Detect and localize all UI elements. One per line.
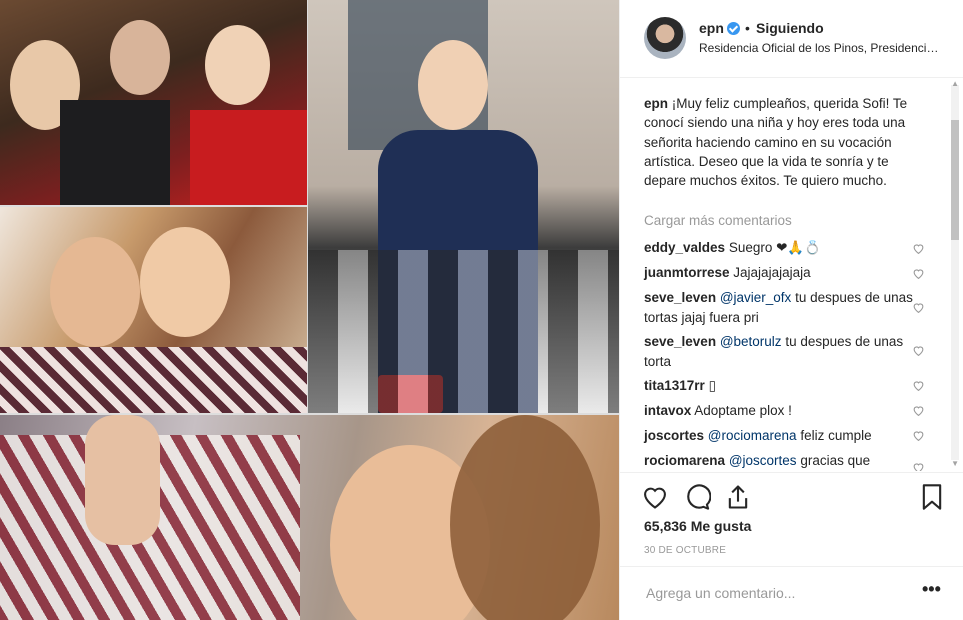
heart-icon[interactable] xyxy=(912,461,925,471)
photo-closeup-portrait xyxy=(0,415,619,620)
comment-username[interactable]: seve_leven xyxy=(644,334,716,349)
comment-input[interactable] xyxy=(644,584,918,602)
location-link[interactable]: Residencia Oficial de los Pinos, Preside… xyxy=(699,41,939,55)
separator-dot: • xyxy=(745,20,750,36)
author-username[interactable]: epn xyxy=(699,20,724,36)
scrollbar-thumb[interactable] xyxy=(951,120,959,240)
caption-text: ¡Muy feliz cumpleaños, querida Sofi! Te … xyxy=(644,96,908,189)
comment-username[interactable]: eddy_valdes xyxy=(644,240,725,255)
comment-item: seve_leven @javier_ofx tu despues de una… xyxy=(644,288,914,328)
share-icon[interactable] xyxy=(724,483,752,511)
comment-item: eddy_valdes Suegro ❤🙏💍 xyxy=(644,238,914,258)
load-more-comments-link[interactable]: Cargar más comentarios xyxy=(644,213,792,228)
comment-item: tita1317rr ▯ xyxy=(644,376,914,396)
comment-text: Adoptame plox ! xyxy=(694,403,792,418)
like-count[interactable]: 65,836 Me gusta xyxy=(644,518,751,534)
comment-username[interactable]: intavox xyxy=(644,403,691,418)
comment-item: juanmtorrese Jajajajajajaja xyxy=(644,263,914,283)
comment-text: Jajajajajajaja xyxy=(733,265,811,280)
comment-text: ▯ xyxy=(708,378,716,393)
comment-icon[interactable] xyxy=(683,483,711,511)
comment-username[interactable]: juanmtorrese xyxy=(644,265,730,280)
comment-mention[interactable]: @joscortes xyxy=(729,453,797,468)
action-bar xyxy=(620,472,963,522)
heart-icon[interactable] xyxy=(912,242,925,255)
photo-family-portrait xyxy=(0,0,307,205)
bookmark-icon[interactable] xyxy=(918,483,946,511)
heart-icon[interactable] xyxy=(912,344,925,357)
comment-text: feliz cumple xyxy=(800,428,872,443)
photo-woman-blue-coat xyxy=(308,0,619,413)
comment-mention[interactable]: @betorulz xyxy=(720,334,782,349)
comment-item: seve_leven @betorulz tu despues de unas … xyxy=(644,332,914,372)
post-date[interactable]: 30 DE OCTUBRE xyxy=(644,545,726,556)
more-options-icon[interactable]: ••• xyxy=(922,579,941,600)
comment-text: Suegro ❤🙏💍 xyxy=(728,240,822,255)
scroll-up-arrow-icon[interactable]: ▲ xyxy=(951,79,959,88)
heart-icon[interactable] xyxy=(912,301,925,314)
comment-username[interactable]: rociomarena xyxy=(644,453,725,468)
comment-item: rociomarena @joscortes gracias que xyxy=(644,451,914,471)
post-image-collage[interactable] xyxy=(0,0,619,620)
photo-two-women xyxy=(0,207,307,413)
add-comment-bar: ••• xyxy=(620,566,963,620)
caption-username[interactable]: epn xyxy=(644,96,668,111)
post-sidebar: epn • Siguiendo Residencia Oficial de lo… xyxy=(619,0,963,620)
heart-icon[interactable] xyxy=(641,483,669,511)
heart-icon[interactable] xyxy=(912,379,925,392)
comment-mention[interactable]: @javier_ofx xyxy=(720,290,791,305)
instagram-post: epn • Siguiendo Residencia Oficial de lo… xyxy=(0,0,963,620)
heart-icon[interactable] xyxy=(912,404,925,417)
comment-text: gracias que xyxy=(800,453,871,468)
post-header: epn • Siguiendo Residencia Oficial de lo… xyxy=(620,0,963,78)
comment-username[interactable]: seve_leven xyxy=(644,290,716,305)
comment-username[interactable]: joscortes xyxy=(644,428,704,443)
heart-icon[interactable] xyxy=(912,267,925,280)
verified-badge-icon xyxy=(727,22,740,35)
comment-mention[interactable]: @rociomarena xyxy=(708,428,797,443)
following-button[interactable]: Siguiendo xyxy=(756,20,824,36)
comment-item: intavox Adoptame plox ! xyxy=(644,401,914,421)
scroll-down-arrow-icon[interactable]: ▼ xyxy=(951,459,959,468)
heart-icon[interactable] xyxy=(912,429,925,442)
comment-username[interactable]: tita1317rr xyxy=(644,378,705,393)
post-caption: epn ¡Muy feliz cumpleaños, querida Sofi!… xyxy=(644,94,934,190)
comments-list: epn ¡Muy feliz cumpleaños, querida Sofi!… xyxy=(620,79,963,471)
avatar[interactable] xyxy=(644,17,686,59)
comment-item: joscortes @rociomarena feliz cumple xyxy=(644,426,914,446)
